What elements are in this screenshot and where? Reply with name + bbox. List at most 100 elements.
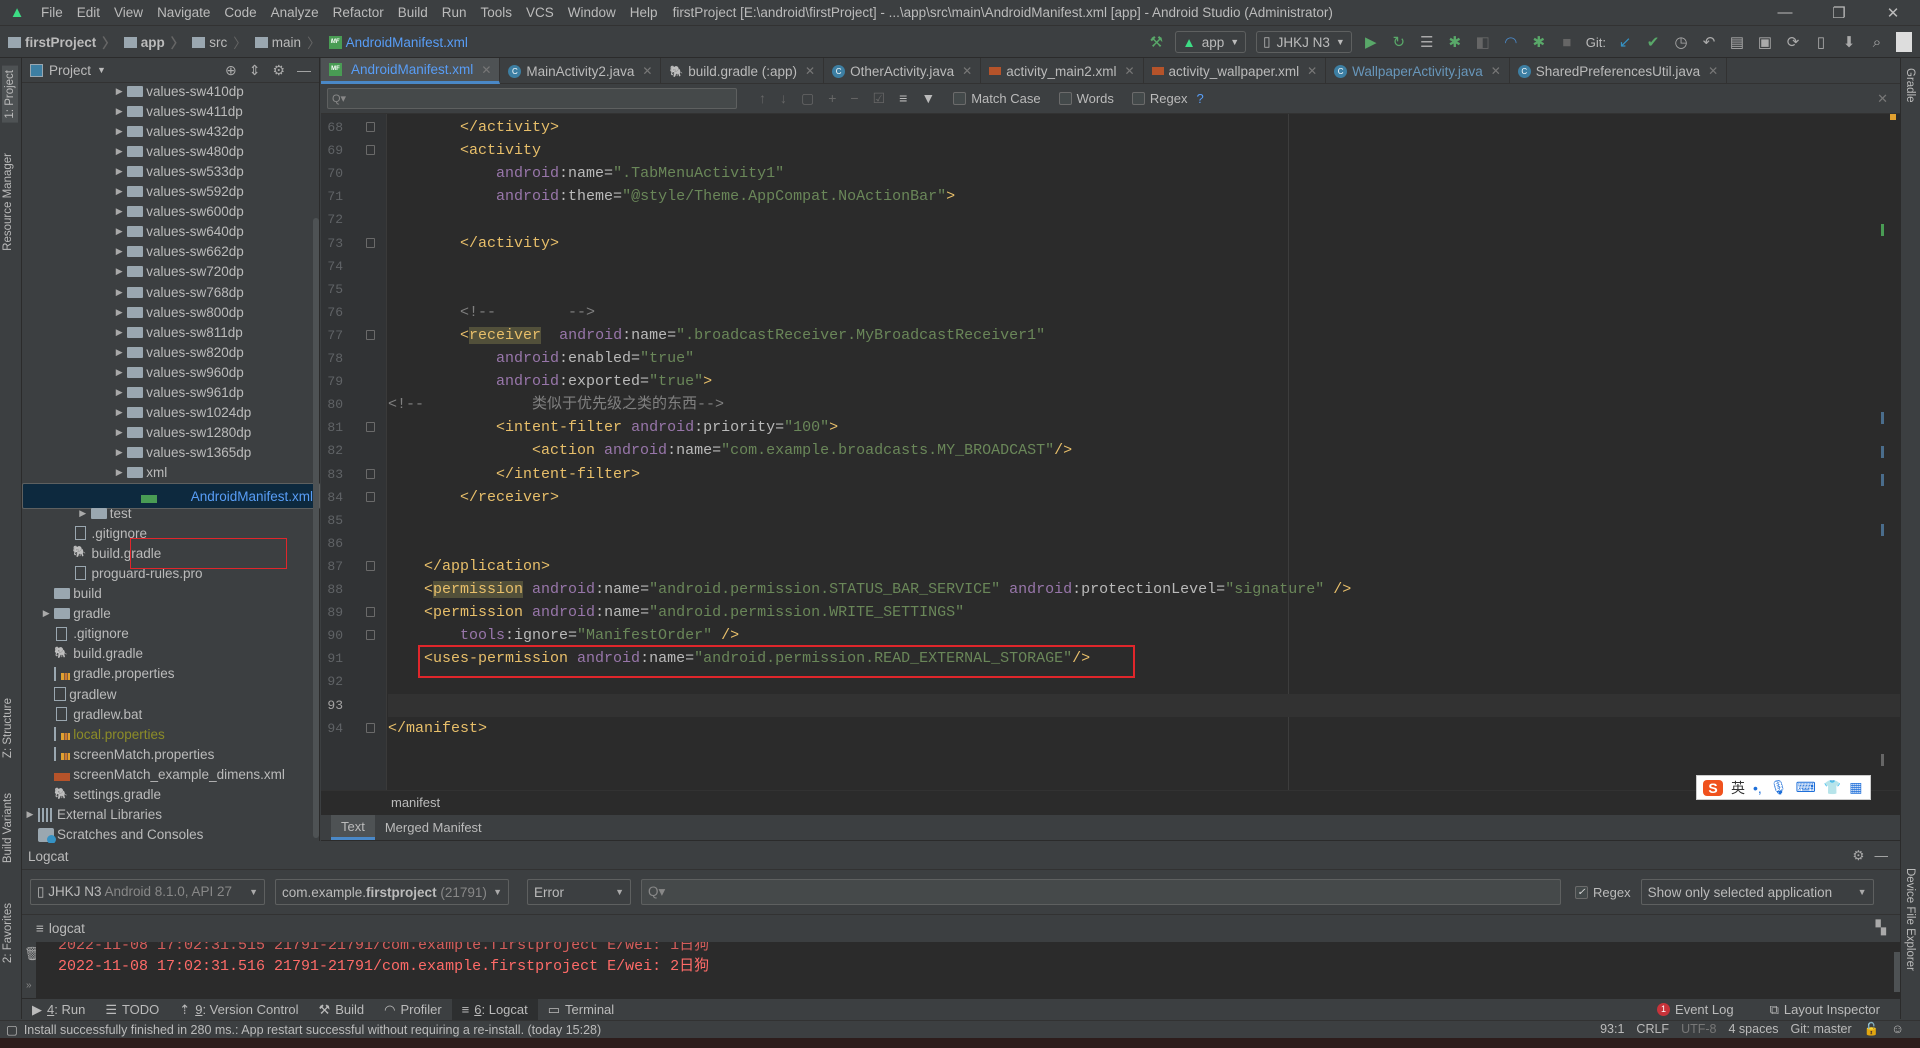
- gear-icon[interactable]: ⚙: [1852, 848, 1864, 864]
- close-tab-icon[interactable]: ✕: [1491, 64, 1501, 78]
- logcat-tab[interactable]: logcat: [49, 921, 85, 936]
- git-rollback-icon[interactable]: ↶: [1700, 33, 1718, 51]
- tree-item[interactable]: ▶ values-sw480dp: [22, 141, 320, 161]
- tree-item[interactable]: gradlew.bat: [22, 704, 320, 724]
- tree-item[interactable]: ▶ xml: [22, 463, 320, 483]
- tree-item[interactable]: ▶ values-sw533dp: [22, 161, 320, 181]
- menu-refactor[interactable]: Refactor: [326, 5, 391, 20]
- gear-icon[interactable]: ⚙: [272, 62, 285, 79]
- tree-item[interactable]: build: [22, 584, 320, 604]
- fold-marker-icon[interactable]: [366, 560, 375, 571]
- tree-item[interactable]: Scratches and Consoles: [22, 825, 320, 845]
- tree-item[interactable]: gradlew: [22, 684, 320, 704]
- filter-lines-icon[interactable]: ≡: [899, 90, 907, 107]
- close-tab-icon[interactable]: ✕: [805, 64, 815, 78]
- expand-arrow-icon[interactable]: ▶: [111, 327, 127, 338]
- project-scrollbar[interactable]: [313, 218, 319, 838]
- tree-item[interactable]: ▶ values-sw961dp: [22, 383, 320, 403]
- avd-manager-icon[interactable]: ▣: [1756, 33, 1774, 51]
- breadcrumb-src[interactable]: src 〉: [184, 32, 247, 52]
- expand-arrow-icon[interactable]: ▶: [75, 508, 91, 519]
- file-encoding[interactable]: UTF-8: [1681, 1022, 1716, 1037]
- expand-arrow-icon[interactable]: ▶: [111, 126, 127, 137]
- editor-tab[interactable]: MF AndroidManifest.xml ✕: [321, 58, 501, 84]
- more-icon[interactable]: »: [26, 980, 32, 991]
- expand-arrow-icon[interactable]: ▶: [111, 427, 127, 438]
- project-structure-icon[interactable]: ▤: [1728, 33, 1746, 51]
- tree-item[interactable]: settings.gradle: [22, 785, 320, 805]
- logcat-output[interactable]: 2022-11-08 17:02:31.515 21791-21791/com.…: [36, 942, 1900, 998]
- editor-tab[interactable]: C WallpaperActivity.java ✕: [1326, 58, 1510, 84]
- close-icon[interactable]: ✕: [1866, 4, 1920, 22]
- expand-arrow-icon[interactable]: ▶: [111, 206, 127, 217]
- hide-icon[interactable]: —: [297, 62, 311, 79]
- microphone-icon[interactable]: 🎙: [1770, 779, 1788, 796]
- indent-setting[interactable]: 4 spaces: [1729, 1022, 1779, 1037]
- filter-select[interactable]: Show only selected application ▼: [1640, 879, 1874, 905]
- logcat-search-input[interactable]: Q▾: [641, 879, 1561, 905]
- breadcrumb-main[interactable]: main 〉: [247, 32, 321, 52]
- expand-arrow-icon[interactable]: ▶: [111, 166, 127, 177]
- git-history-icon[interactable]: ◷: [1672, 33, 1690, 51]
- previous-occurrence-icon[interactable]: ↑: [759, 90, 766, 107]
- tree-item[interactable]: ▶ values-sw720dp: [22, 262, 320, 282]
- tree-item[interactable]: ▶ values-sw592dp: [22, 182, 320, 202]
- tree-item[interactable]: screenMatch_example_dimens.xml: [22, 764, 320, 784]
- close-tab-icon[interactable]: ✕: [1124, 64, 1134, 78]
- add-occurrence-icon[interactable]: +: [828, 90, 836, 107]
- tree-item[interactable]: local.properties: [22, 724, 320, 744]
- find-input[interactable]: Q▾: [327, 88, 737, 109]
- attach-debugger-icon[interactable]: ✱: [1530, 33, 1548, 51]
- breadcrumb-file[interactable]: MF AndroidManifest.xml: [321, 35, 468, 50]
- code-editor[interactable]: 68 69 70 71 72 73 74 75 76 77 78 79 80 81 82 83 84 85 86 87…: [321, 114, 1900, 790]
- close-tab-icon[interactable]: ✕: [481, 63, 491, 77]
- expand-arrow-icon[interactable]: ▶: [111, 146, 127, 157]
- expand-arrow-icon[interactable]: ▶: [38, 608, 54, 619]
- fold-marker-icon[interactable]: [366, 237, 375, 248]
- close-tab-icon[interactable]: ✕: [1708, 64, 1718, 78]
- expand-arrow-icon[interactable]: ▶: [111, 347, 127, 358]
- menu-edit[interactable]: Edit: [70, 5, 107, 20]
- tree-item[interactable]: screenMatch.properties: [22, 744, 320, 764]
- expand-arrow-icon[interactable]: ▶: [111, 86, 127, 97]
- tool-tab-project[interactable]: 1: Project: [2, 66, 18, 123]
- tool-window-todo[interactable]: ☰ TODO: [95, 999, 169, 1021]
- expand-arrow-icon[interactable]: ▶: [22, 809, 38, 820]
- ime-punctuation[interactable]: •,: [1753, 780, 1762, 796]
- scroll-marker[interactable]: [1881, 524, 1884, 536]
- tree-item[interactable]: ▶ values-sw1280dp: [22, 423, 320, 443]
- words-checkbox[interactable]: Words: [1058, 91, 1114, 106]
- tree-item[interactable]: ▶ values-sw768dp: [22, 282, 320, 302]
- run-icon[interactable]: ▶: [1362, 33, 1380, 51]
- breadcrumb-project[interactable]: firstProject 〉: [0, 32, 116, 52]
- hide-icon[interactable]: —: [1875, 848, 1889, 864]
- close-tab-icon[interactable]: ✕: [962, 64, 972, 78]
- tree-item[interactable]: ▶ External Libraries: [22, 805, 320, 825]
- coverage-icon[interactable]: ◧: [1474, 33, 1492, 51]
- menu-build[interactable]: Build: [391, 5, 435, 20]
- device-manager-icon[interactable]: ⬇: [1840, 33, 1858, 51]
- stop-icon[interactable]: ■: [1558, 34, 1576, 51]
- tool-tab-gradle[interactable]: Gradle: [1904, 68, 1916, 103]
- debug-icon[interactable]: ✱: [1446, 33, 1464, 51]
- layout-icon[interactable]: ▚: [1876, 920, 1900, 936]
- line-separator[interactable]: CRLF: [1636, 1022, 1669, 1037]
- tree-item[interactable]: ▶ values-sw811dp: [22, 322, 320, 342]
- remove-occurrence-icon[interactable]: −: [850, 90, 858, 107]
- tool-window-versioncontrol[interactable]: ⇡ 9: Version Control: [169, 999, 308, 1021]
- expand-arrow-icon[interactable]: ▶: [111, 246, 127, 257]
- fold-marker-icon[interactable]: [366, 329, 375, 340]
- inspection-status-icon[interactable]: [1890, 114, 1896, 120]
- scroll-marker[interactable]: [1881, 412, 1884, 424]
- fold-marker-icon[interactable]: [366, 607, 375, 618]
- layout-inspector-button[interactable]: ⧉ Layout Inspector: [1760, 999, 1890, 1021]
- expand-arrow-icon[interactable]: ▶: [111, 447, 127, 458]
- tree-item[interactable]: ▶ test: [22, 503, 320, 523]
- fold-marker-icon[interactable]: [366, 422, 375, 433]
- menu-code[interactable]: Code: [217, 5, 263, 20]
- search-everywhere-icon[interactable]: ⌕: [1868, 34, 1886, 51]
- tree-item[interactable]: ▶ values-sw411dp: [22, 101, 320, 121]
- tree-item[interactable]: ▶ values-sw432dp: [22, 121, 320, 141]
- skin-icon[interactable]: 👕: [1824, 779, 1841, 796]
- minimize-icon[interactable]: —: [1758, 4, 1812, 22]
